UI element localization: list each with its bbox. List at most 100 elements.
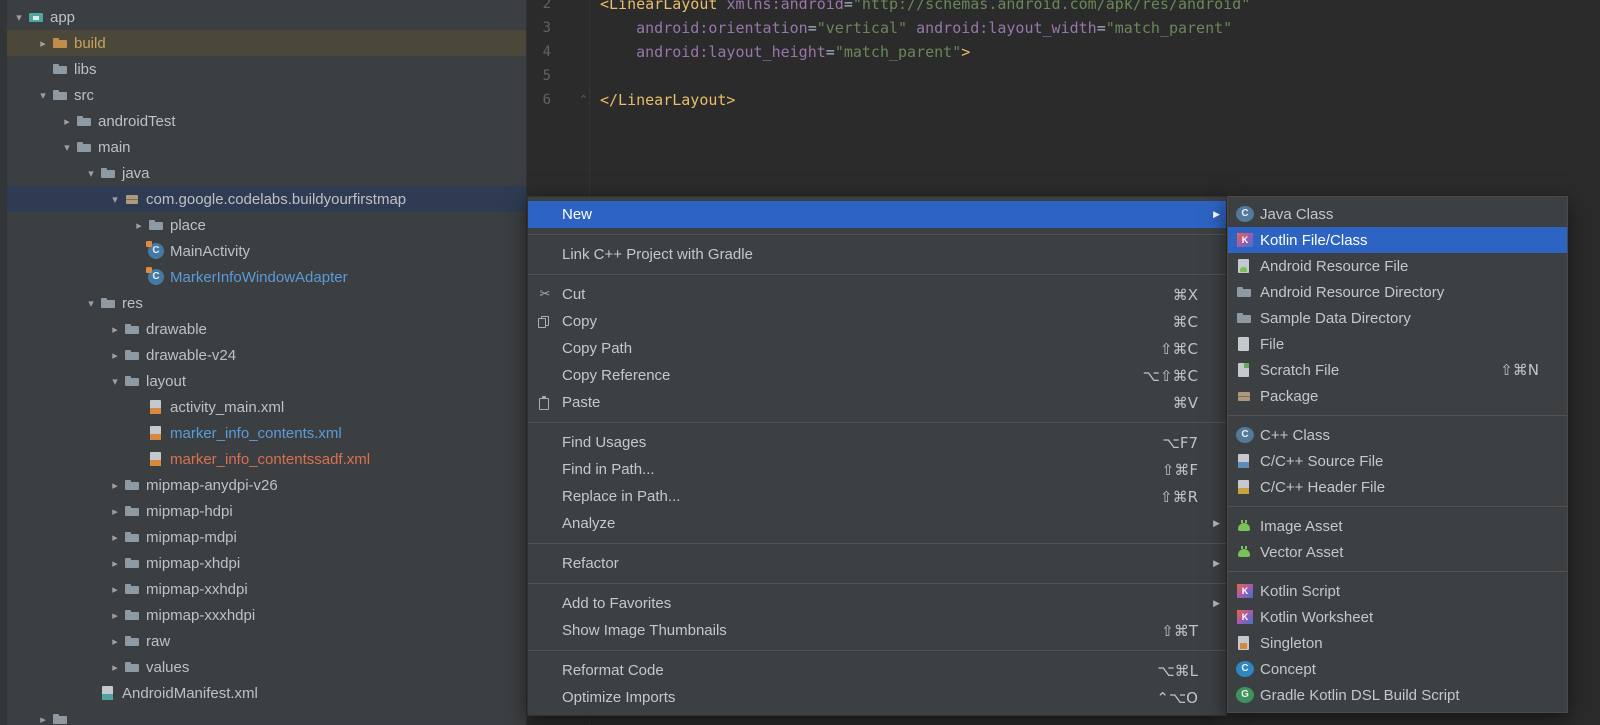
fold-marker-icon[interactable]: ⌃ bbox=[579, 88, 588, 112]
tree-item-com-google-codelabs-buildyourfirstmap[interactable]: ▾com.google.codelabs.buildyourfirstmap bbox=[7, 186, 526, 212]
menu-item-vector-asset[interactable]: Vector Asset bbox=[1228, 539, 1567, 565]
menu-item-label: Cut bbox=[562, 286, 1173, 303]
tree-item-mipmap-anydpi-v26[interactable]: ▸mipmap-anydpi-v26 bbox=[7, 472, 526, 498]
menu-item-new[interactable]: New▶ bbox=[528, 201, 1226, 228]
expand-arrow-icon[interactable]: ▸ bbox=[34, 713, 52, 725]
menu-item-replace-in-path[interactable]: Replace in Path...⇧⌘R bbox=[528, 483, 1226, 510]
menu-item-c-class[interactable]: C++ Class bbox=[1228, 422, 1567, 448]
menu-item-find-in-path[interactable]: Find in Path...⇧⌘F bbox=[528, 456, 1226, 483]
menu-item-scratch-file[interactable]: Scratch File⇧⌘N bbox=[1228, 357, 1567, 383]
folder-icon bbox=[124, 529, 140, 545]
expand-arrow-icon[interactable]: ▸ bbox=[106, 479, 124, 492]
menu-item-android-resource-directory[interactable]: Android Resource Directory bbox=[1228, 279, 1567, 305]
tree-item-libs[interactable]: libs bbox=[7, 56, 526, 82]
expand-arrow-icon[interactable]: ▸ bbox=[130, 219, 148, 232]
expand-arrow-icon[interactable]: ▸ bbox=[106, 635, 124, 648]
collapse-arrow-icon[interactable]: ▾ bbox=[58, 141, 76, 154]
editor-code[interactable]: <LinearLayout xmlns:android="http://sche… bbox=[600, 0, 1250, 112]
tree-item-values[interactable]: ▸values bbox=[7, 654, 526, 680]
menu-item-label: Kotlin Worksheet bbox=[1260, 609, 1539, 626]
tree-item-mipmap-mdpi[interactable]: ▸mipmap-mdpi bbox=[7, 524, 526, 550]
expand-arrow-icon[interactable]: ▸ bbox=[106, 583, 124, 596]
menu-item-kotlin-worksheet[interactable]: Kotlin Worksheet bbox=[1228, 604, 1567, 630]
menu-item-analyze[interactable]: Analyze▶ bbox=[528, 510, 1226, 537]
menu-shortcut: ⇧⌘N bbox=[1500, 361, 1539, 379]
menu-item-kotlin-file-class[interactable]: Kotlin File/Class bbox=[1228, 227, 1567, 253]
expand-arrow-icon[interactable]: ▸ bbox=[106, 557, 124, 570]
tree-item-app[interactable]: ▾app bbox=[7, 4, 526, 30]
tree-item-mipmap-xhdpi[interactable]: ▸mipmap-xhdpi bbox=[7, 550, 526, 576]
tree-item-androidtest[interactable]: ▸androidTest bbox=[7, 108, 526, 134]
menu-item-link-c-project-with-gradle[interactable]: Link C++ Project with Gradle bbox=[528, 241, 1226, 268]
tree-item-res[interactable]: ▾res bbox=[7, 290, 526, 316]
menu-item-cut[interactable]: Cut⌘X bbox=[528, 281, 1226, 308]
menu-item-copy-reference[interactable]: Copy Reference⌥⇧⌘C bbox=[528, 362, 1226, 389]
expand-arrow-icon[interactable]: ▸ bbox=[106, 323, 124, 336]
menu-item-label: File bbox=[1260, 336, 1539, 353]
collapse-arrow-icon[interactable]: ▾ bbox=[82, 297, 100, 310]
kotlin-script-icon bbox=[1236, 583, 1254, 599]
menu-shortcut: ⌘X bbox=[1173, 286, 1198, 304]
menu-item-optimize-imports[interactable]: Optimize Imports⌃⌥O bbox=[528, 684, 1226, 711]
menu-item-gradle-kotlin-dsl-build-script[interactable]: Gradle Kotlin DSL Build Script bbox=[1228, 682, 1567, 708]
tree-item-mainactivity[interactable]: MainActivity bbox=[7, 238, 526, 264]
menu-item-singleton[interactable]: Singleton bbox=[1228, 630, 1567, 656]
menu-item-label: Show Image Thumbnails bbox=[562, 622, 1161, 639]
menu-item-paste[interactable]: Paste⌘V bbox=[528, 389, 1226, 416]
collapse-arrow-icon[interactable]: ▾ bbox=[34, 89, 52, 102]
menu-shortcut: ⌘V bbox=[1173, 394, 1198, 412]
menu-item-add-to-favorites[interactable]: Add to Favorites▶ bbox=[528, 590, 1226, 617]
tree-item[interactable]: ▸ bbox=[7, 706, 526, 725]
tree-item-mipmap-xxhdpi[interactable]: ▸mipmap-xxhdpi bbox=[7, 576, 526, 602]
cpp-source-icon bbox=[1236, 453, 1254, 469]
tree-item-layout[interactable]: ▾layout bbox=[7, 368, 526, 394]
tree-item-markerinfowindowadapter[interactable]: MarkerInfoWindowAdapter bbox=[7, 264, 526, 290]
expand-arrow-icon[interactable]: ▸ bbox=[34, 37, 52, 50]
tree-item-label: MainActivity bbox=[170, 243, 250, 260]
menu-item-java-class[interactable]: Java Class bbox=[1228, 201, 1567, 227]
manifest-file-icon bbox=[100, 685, 116, 701]
expand-arrow-icon[interactable]: ▸ bbox=[106, 505, 124, 518]
tree-item-androidmanifest-xml[interactable]: AndroidManifest.xml bbox=[7, 680, 526, 706]
tree-item-java[interactable]: ▾java bbox=[7, 160, 526, 186]
menu-item-android-resource-file[interactable]: Android Resource File bbox=[1228, 253, 1567, 279]
collapse-arrow-icon[interactable]: ▾ bbox=[10, 11, 28, 24]
collapse-arrow-icon[interactable]: ▾ bbox=[106, 375, 124, 388]
tree-item-marker-info-contents-xml[interactable]: marker_info_contents.xml bbox=[7, 420, 526, 446]
tree-item-mipmap-xxxhdpi[interactable]: ▸mipmap-xxxhdpi bbox=[7, 602, 526, 628]
collapse-arrow-icon[interactable]: ▾ bbox=[106, 193, 124, 206]
menu-item-c-c-header-file[interactable]: C/C++ Header File bbox=[1228, 474, 1567, 500]
tree-item-marker-info-contentssadf-xml[interactable]: marker_info_contentssadf.xml bbox=[7, 446, 526, 472]
tree-item-raw[interactable]: ▸raw bbox=[7, 628, 526, 654]
menu-item-kotlin-script[interactable]: Kotlin Script bbox=[1228, 578, 1567, 604]
menu-item-image-asset[interactable]: Image Asset bbox=[1228, 513, 1567, 539]
menu-item-concept[interactable]: Concept bbox=[1228, 656, 1567, 682]
tree-item-src[interactable]: ▾src bbox=[7, 82, 526, 108]
menu-item-refactor[interactable]: Refactor▶ bbox=[528, 550, 1226, 577]
tree-item-place[interactable]: ▸place bbox=[7, 212, 526, 238]
menu-item-copy[interactable]: Copy⌘C bbox=[528, 308, 1226, 335]
tree-item-drawable-v24[interactable]: ▸drawable-v24 bbox=[7, 342, 526, 368]
menu-item-find-usages[interactable]: Find Usages⌥F7 bbox=[528, 429, 1226, 456]
tree-item-drawable[interactable]: ▸drawable bbox=[7, 316, 526, 342]
menu-item-label: Gradle Kotlin DSL Build Script bbox=[1260, 687, 1539, 704]
tree-item-mipmap-hdpi[interactable]: ▸mipmap-hdpi bbox=[7, 498, 526, 524]
collapse-arrow-icon[interactable]: ▾ bbox=[82, 167, 100, 180]
tree-item-build[interactable]: ▸build bbox=[7, 30, 526, 56]
expand-arrow-icon[interactable]: ▸ bbox=[58, 115, 76, 128]
folder-icon bbox=[124, 555, 140, 571]
tree-item-activity-main-xml[interactable]: activity_main.xml bbox=[7, 394, 526, 420]
menu-item-c-c-source-file[interactable]: C/C++ Source File bbox=[1228, 448, 1567, 474]
tree-item-main[interactable]: ▾main bbox=[7, 134, 526, 160]
expand-arrow-icon[interactable]: ▸ bbox=[106, 349, 124, 362]
expand-arrow-icon[interactable]: ▸ bbox=[106, 609, 124, 622]
menu-item-reformat-code[interactable]: Reformat Code⌥⌘L bbox=[528, 657, 1226, 684]
expand-arrow-icon[interactable]: ▸ bbox=[106, 531, 124, 544]
expand-arrow-icon[interactable]: ▸ bbox=[106, 661, 124, 674]
submenu-arrow-icon: ▶ bbox=[1208, 210, 1220, 220]
menu-item-package[interactable]: Package bbox=[1228, 383, 1567, 409]
menu-item-sample-data-directory[interactable]: Sample Data Directory bbox=[1228, 305, 1567, 331]
menu-item-show-image-thumbnails[interactable]: Show Image Thumbnails⇧⌘T bbox=[528, 617, 1226, 644]
menu-item-file[interactable]: File bbox=[1228, 331, 1567, 357]
menu-item-copy-path[interactable]: Copy Path⇧⌘C bbox=[528, 335, 1226, 362]
